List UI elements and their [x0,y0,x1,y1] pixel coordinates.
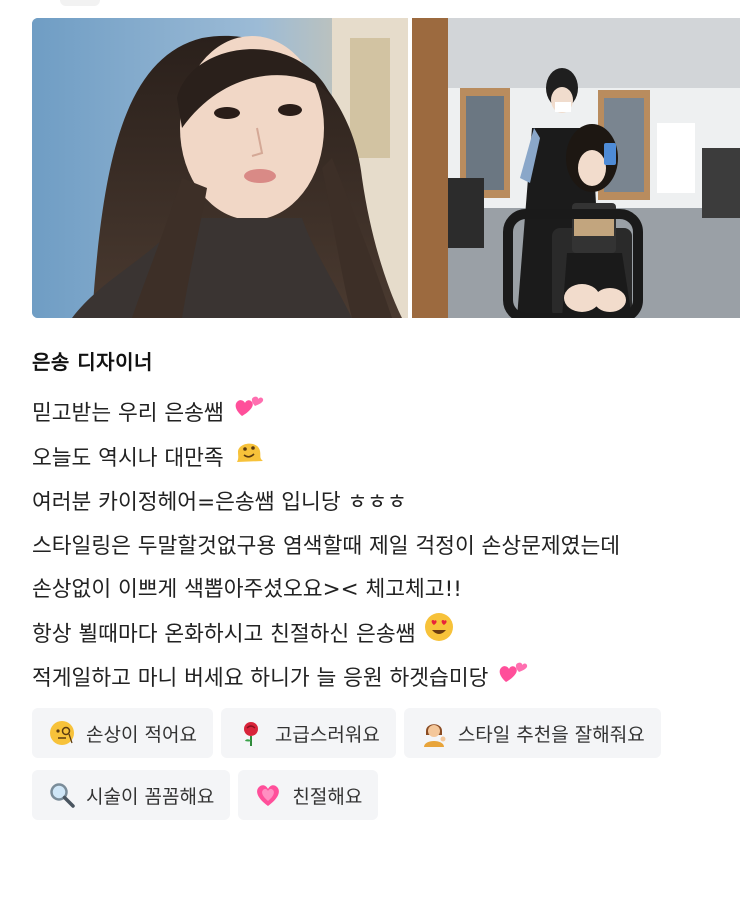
reviewer-name[interactable]: 은송 디자이너 [32,346,153,375]
tag-label: 시술이 꼼꼼해요 [86,785,215,808]
selfie-illustration [32,18,408,318]
previous-item-edge [60,0,100,6]
growing-heart-icon [254,781,282,809]
tag-kind[interactable]: 친절해요 [238,770,379,820]
tag-meticulous[interactable]: 시술이 꼼꼼해요 [32,770,231,820]
review-line-text: 항상 뵐때마다 온화하시고 친절하신 은송쌤 [32,621,416,647]
review-line-text: 오늘도 역시나 대만족 [32,445,224,471]
two-hearts-icon [497,658,529,702]
review-line-text: 믿고받는 우리 은송쌤 [32,401,224,426]
tag-luxurious[interactable]: 고급스러워요 [220,708,396,758]
review-line-text: 스타일링은 두말할것없구용 염색할때 제일 걱정이 손상문제였는데 [32,533,621,559]
review-line-text: 손상없이 이쁘게 색뽑아주셨오요>< 체고체고!! [32,577,462,603]
two-hearts-icon [233,392,265,436]
review-line: 오늘도 역시나 대만족 [32,436,722,482]
face-with-monocle-icon [48,719,76,747]
review-photo-salon[interactable] [412,18,740,318]
review-line: 스타일링은 두말할것없구용 염색할때 제일 걱정이 손상문제였는데 [32,525,722,569]
review-line: 적게일하고 마니 버세요 하니가 늘 응원 하겟습미당 [32,657,722,701]
tag-style-recommendation[interactable]: 스타일 추천을 잘해줘요 [403,708,661,758]
tag-less-damage[interactable]: 손상이 적어요 [32,708,213,758]
review-line: 손상없이 이쁘게 색뽑아주셨오요>< 체고체고!! [32,568,722,612]
review-tags: 손상이 적어요 고급스러워요 스타일 추천을 잘해줘요 시술이 꼼꼼해요 친절해… [32,708,722,820]
melting-face-icon [233,436,265,482]
tag-label: 스타일 추천을 잘해줘요 [457,723,645,746]
person-tipping-hand-icon [420,719,448,747]
rose-icon [237,719,265,747]
review-photos [32,18,740,318]
tag-label: 친절해요 [292,785,363,808]
review-line: 여러분 카이정헤어=은송쌤 입니당 ㅎㅎㅎ [32,481,722,525]
salon-illustration [412,18,740,318]
review-photo-selfie[interactable] [32,18,408,318]
review-text: 믿고받는 우리 은송쌤 오늘도 역시나 대만족 여러분 카이정헤어=은송쌤 입니… [32,392,722,701]
tag-label: 손상이 적어요 [86,723,197,746]
tag-label: 고급스러워요 [274,723,380,746]
review-line-text: 적게일하고 마니 버세요 하니가 늘 응원 하겟습미당 [32,666,489,692]
review-line: 믿고받는 우리 은송쌤 [32,392,722,436]
review-line-text: 여러분 카이정헤어=은송쌤 입니당 ㅎㅎㅎ [32,490,407,516]
review-line: 항상 뵐때마다 온화하시고 친절하신 은송쌤 [32,612,722,658]
heart-eyes-icon [424,612,454,658]
magnifying-glass-icon [48,781,76,809]
